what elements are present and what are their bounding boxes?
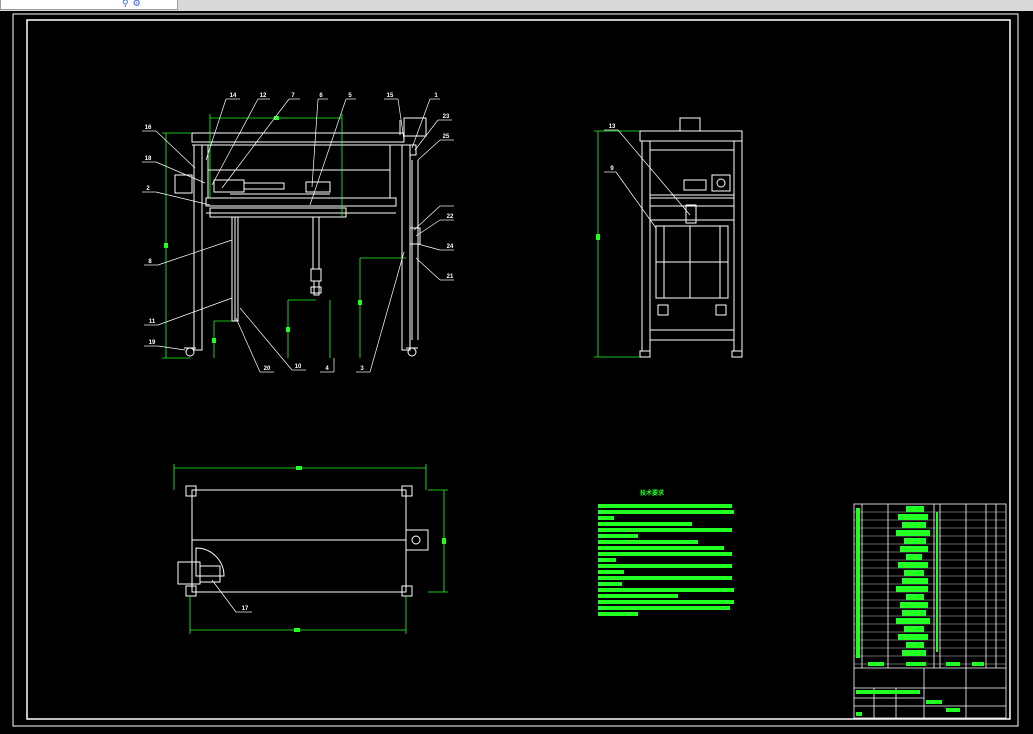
- cad-drawing-canvas[interactable]: 技术要求 14 12 7 6 5 15 1 23 16 18 2 8 11 19…: [0, 11, 1033, 734]
- front-part-label-20: 20: [264, 366, 271, 372]
- document-tab[interactable]: [0, 0, 178, 10]
- side-dim-marker: [596, 234, 600, 240]
- side-leader-lines: [604, 129, 691, 229]
- part-number-labels: 14 12 7 6 5 15 1 23 16 18 2 8 11 19 20 10 4 3 25 22 24 21 13 9 1…: [145, 93, 616, 612]
- front-part-label-16: 16: [145, 125, 152, 131]
- front-part-label-24: 24: [447, 244, 454, 250]
- front-part-label-2: 2: [146, 186, 150, 192]
- inner-border: [26, 19, 1011, 720]
- front-part-label-5: 5: [348, 93, 352, 99]
- front-part-label-21: 21: [447, 274, 454, 280]
- top-view: [177, 485, 429, 597]
- notes-heading: 技术要求: [640, 489, 665, 497]
- parts-list-fill: [856, 506, 984, 716]
- front-part-label-11: 11: [149, 319, 156, 325]
- front-part-label-1: 1: [434, 93, 438, 99]
- front-part-label-7: 7: [291, 93, 295, 99]
- front-view-dimensions: [162, 114, 406, 359]
- front-part-label-6: 6: [319, 93, 323, 99]
- front-part-label-23: 23: [443, 114, 450, 120]
- cad-drawing: 技术要求 14 12 7 6 5 15 123161828111920 10 4…: [12, 13, 1019, 727]
- side-part-label-9: 9: [610, 166, 614, 172]
- front-part-label-22: 22: [447, 214, 454, 220]
- front-part-label-15: 15: [387, 93, 394, 99]
- front-view: [174, 117, 427, 357]
- front-part-label-14: 14: [230, 93, 237, 99]
- side-view: [639, 117, 743, 358]
- technical-notes-block: [598, 504, 734, 616]
- side-view-dimensions: [594, 130, 640, 358]
- top-part-label-17: 17: [242, 606, 249, 612]
- front-part-label-18: 18: [145, 156, 152, 162]
- tab-tool-icons[interactable]: ⚲⚙: [122, 0, 145, 9]
- outer-border: [12, 13, 1019, 727]
- top-dim-markers: [294, 466, 446, 632]
- front-part-label-10: 10: [295, 364, 302, 370]
- front-part-label-8: 8: [148, 259, 152, 265]
- front-part-label-25: 25: [443, 134, 450, 140]
- front-part-label-12: 12: [260, 93, 267, 99]
- side-part-label-13: 13: [609, 124, 616, 130]
- front-part-label-3: 3: [360, 366, 364, 372]
- front-part-label-19: 19: [149, 340, 156, 346]
- front-leader-lines: [142, 98, 454, 373]
- front-part-label-4: 4: [325, 366, 329, 372]
